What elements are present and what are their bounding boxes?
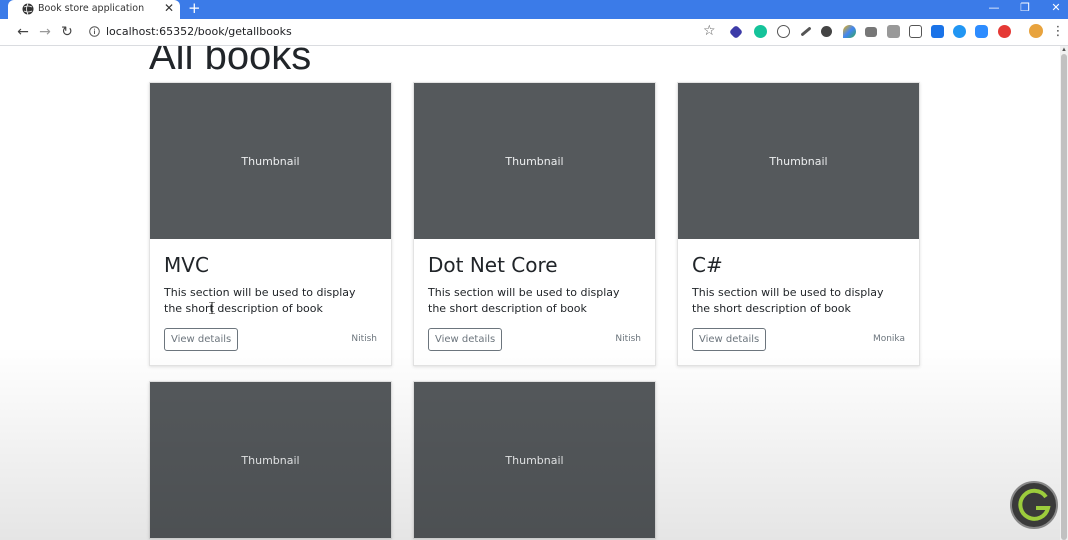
text-cursor-icon [209, 302, 215, 314]
book-description: This section will be used to display the… [428, 286, 620, 315]
minimize-button[interactable]: — [978, 0, 1010, 19]
extension-icon-6[interactable] [843, 25, 856, 38]
book-author: Monika [872, 334, 905, 344]
page-title: All books [149, 46, 312, 78]
view-details-button[interactable]: View details [692, 328, 767, 351]
card-body: Dot Net Core This section will be used t… [414, 239, 655, 365]
extension-icon-5[interactable] [821, 26, 832, 37]
menu-icon[interactable]: ⋮ [1049, 23, 1067, 41]
eyedropper-icon[interactable] [800, 26, 812, 37]
book-card: Thumbnail Dot Net Core This section will… [413, 82, 656, 366]
book-author: Nitish [615, 334, 641, 344]
forward-arrow-icon[interactable]: → [36, 23, 54, 41]
tab-close-icon[interactable]: ✕ [164, 1, 174, 15]
back-arrow-icon[interactable]: ← [14, 23, 32, 41]
restore-button[interactable]: ❐ [1009, 0, 1041, 19]
reload-icon[interactable]: ↻ [58, 23, 76, 41]
book-description: This section will be used to display the… [692, 286, 884, 315]
extension-icon-9[interactable] [909, 25, 922, 38]
browser-toolbar: ← → ↻ localhost:65352/book/getallbooks ☆… [0, 19, 1068, 46]
globe-icon [22, 3, 34, 15]
bookmark-star-icon[interactable]: ☆ [703, 23, 716, 39]
camera-icon[interactable] [865, 27, 877, 37]
tab-title: Book store application [38, 3, 145, 14]
adblock-icon[interactable] [998, 25, 1011, 38]
book-thumbnail: Thumbnail [150, 83, 391, 239]
extension-icon-11[interactable] [953, 25, 966, 38]
card-body: C# This section will be used to display … [678, 239, 919, 365]
view-details-button[interactable]: View details [164, 328, 239, 351]
book-thumbnail: Thumbnail [150, 382, 391, 538]
zoom-icon[interactable] [975, 25, 988, 38]
book-card: Thumbnail [149, 381, 392, 539]
channel-logo-icon [1010, 481, 1058, 529]
book-thumbnail: Thumbnail [414, 382, 655, 538]
new-tab-button[interactable]: + [188, 0, 201, 17]
book-thumbnail: Thumbnail [414, 83, 655, 239]
scroll-up-arrow-icon[interactable]: ▲ [1060, 46, 1068, 54]
book-title: MVC [164, 253, 209, 277]
book-description: This section will be used to display the… [164, 286, 356, 315]
card-body: MVC This section will be used to display… [150, 239, 391, 365]
page-content: All books Thumbnail MVC This section wil… [0, 46, 1068, 540]
avatar[interactable] [1029, 24, 1043, 38]
book-title: Dot Net Core [428, 253, 558, 277]
close-window-button[interactable]: ✕ [1040, 0, 1068, 19]
scrollbar-thumb[interactable] [1061, 54, 1067, 540]
book-thumbnail: Thumbnail [678, 83, 919, 239]
extension-icon-1[interactable] [728, 24, 744, 40]
browser-tab[interactable]: Book store application ✕ [8, 0, 180, 19]
book-card: Thumbnail [413, 381, 656, 539]
address-bar[interactable]: localhost:65352/book/getallbooks [106, 25, 292, 38]
view-details-button[interactable]: View details [428, 328, 503, 351]
book-title: C# [692, 253, 723, 277]
extension-icon-8[interactable] [887, 25, 900, 38]
book-card: Thumbnail C# This section will be used t… [677, 82, 920, 366]
extension-icon-3[interactable] [777, 25, 790, 38]
book-author: Nitish [351, 334, 377, 344]
grammarly-icon[interactable] [754, 25, 767, 38]
download-icon[interactable] [931, 25, 944, 38]
tab-bar: Book store application ✕ + — ❐ ✕ [0, 0, 1068, 19]
info-icon[interactable] [89, 26, 100, 37]
page-scrollbar[interactable]: ▲ [1060, 46, 1068, 540]
book-card: Thumbnail MVC This section will be used … [149, 82, 392, 366]
